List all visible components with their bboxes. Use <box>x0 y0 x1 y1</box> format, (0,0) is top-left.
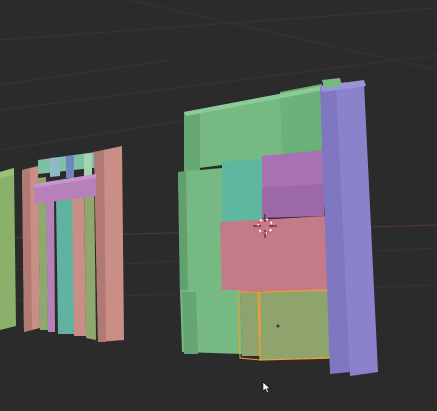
left-edge-panel[interactable] <box>0 168 16 330</box>
door-frame-object[interactable] <box>22 146 124 342</box>
3d-viewport[interactable] <box>0 0 437 411</box>
selected-mesh-piece <box>257 289 333 361</box>
viewport-canvas[interactable] <box>0 0 437 411</box>
mouse-pointer-icon <box>262 381 271 393</box>
wall-panel-object[interactable] <box>178 78 378 376</box>
